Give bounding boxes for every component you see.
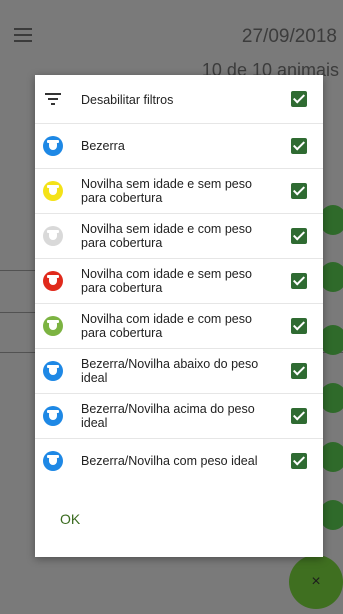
date-label: 27/09/2018 <box>241 26 337 47</box>
background-action-button[interactable] <box>320 383 343 413</box>
filter-item[interactable]: Bezerra/Novilha com peso ideal <box>35 439 323 483</box>
cow-icon <box>43 136 63 156</box>
filter-item-label: Bezerra <box>81 139 125 153</box>
background-action-button[interactable] <box>320 325 343 355</box>
background-divider <box>0 312 40 313</box>
filter-icon <box>45 93 61 105</box>
filter-item[interactable]: Novilha sem idade e sem peso para cobert… <box>35 169 323 213</box>
background-action-button[interactable] <box>320 262 343 292</box>
background-action-button[interactable] <box>320 205 343 235</box>
cow-icon <box>43 181 63 201</box>
filter-item-label: Novilha com idade e sem peso para cobert… <box>81 267 252 295</box>
background-divider <box>0 270 40 271</box>
filter-item-checkbox[interactable] <box>291 273 307 289</box>
close-fab-button[interactable]: × <box>289 555 343 609</box>
filter-item-label: Novilha sem idade e com peso para cobert… <box>81 222 252 250</box>
cow-icon <box>43 271 63 291</box>
filter-item-label: Bezerra/Novilha acima do peso ideal <box>81 402 255 430</box>
filter-item-checkbox[interactable] <box>291 138 307 154</box>
disable-filters-row[interactable]: Desabilitar filtros <box>35 75 323 123</box>
cow-icon <box>43 226 63 246</box>
menu-icon[interactable] <box>14 28 36 44</box>
ok-button[interactable]: OK <box>60 511 80 527</box>
filter-dialog: Desabilitar filtros Bezerra Novilha sem … <box>35 75 323 557</box>
filter-item-label: Novilha com idade e com peso para cobert… <box>81 312 252 340</box>
filter-item-label: Bezerra/Novilha com peso ideal <box>81 454 258 468</box>
filter-item[interactable]: Novilha com idade e com peso para cobert… <box>35 304 323 348</box>
filter-item[interactable]: Novilha com idade e sem peso para cobert… <box>35 259 323 303</box>
filter-item-label: Bezerra/Novilha abaixo do peso ideal <box>81 357 259 385</box>
close-icon: × <box>311 573 321 590</box>
disable-filters-label: Desabilitar filtros <box>81 93 174 107</box>
cow-icon <box>43 316 63 336</box>
filter-item[interactable]: Bezerra/Novilha acima do peso ideal <box>35 394 323 438</box>
filter-item-checkbox[interactable] <box>291 408 307 424</box>
app-bar: 27/09/2018 10 de 10 animais <box>0 0 343 80</box>
cow-icon <box>43 406 63 426</box>
filter-item[interactable]: Novilha sem idade e com peso para cobert… <box>35 214 323 258</box>
filter-item[interactable]: Bezerra/Novilha abaixo do peso ideal <box>35 349 323 393</box>
filter-item-label: Novilha sem idade e sem peso para cobert… <box>81 177 252 205</box>
filter-item-checkbox[interactable] <box>291 363 307 379</box>
cow-icon <box>43 451 63 471</box>
background-action-button[interactable] <box>320 500 343 530</box>
background-divider <box>0 352 40 353</box>
filter-item[interactable]: Bezerra <box>35 124 323 168</box>
filter-item-checkbox[interactable] <box>291 453 307 469</box>
filter-item-checkbox[interactable] <box>291 183 307 199</box>
disable-filters-checkbox[interactable] <box>291 91 307 107</box>
filter-item-checkbox[interactable] <box>291 228 307 244</box>
filter-item-checkbox[interactable] <box>291 318 307 334</box>
cow-icon <box>43 361 63 381</box>
background-action-button[interactable] <box>320 442 343 472</box>
